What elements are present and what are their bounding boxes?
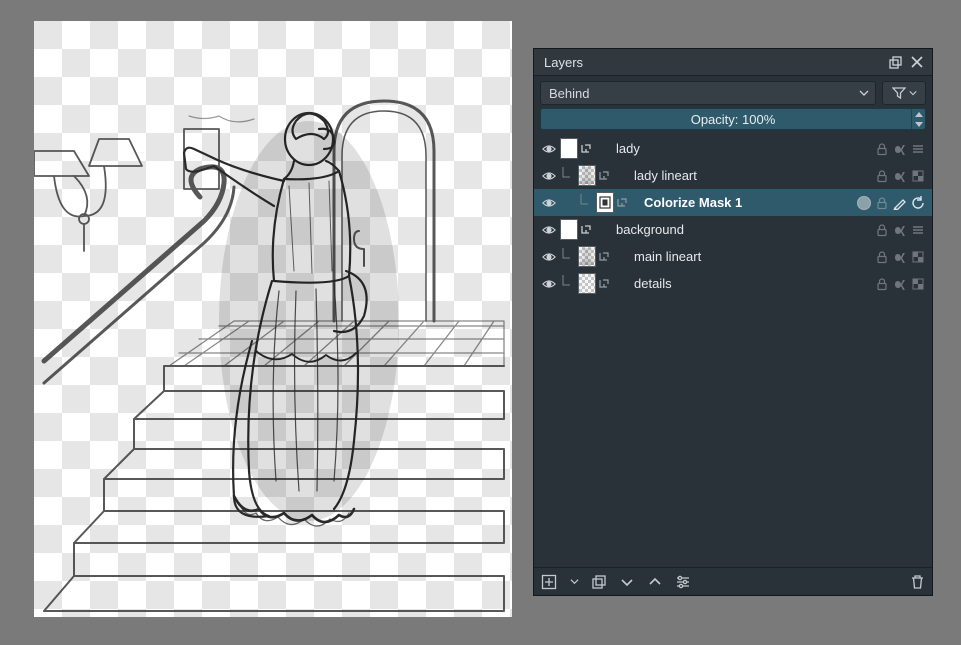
panel-footer xyxy=(534,567,932,595)
lock-icon[interactable] xyxy=(874,276,890,292)
tree-branch-icon xyxy=(560,270,578,297)
layer-right-icons xyxy=(874,249,926,265)
layer-right-icons xyxy=(856,195,926,211)
chevron-down-icon xyxy=(909,89,917,97)
layer-thumbnail[interactable] xyxy=(578,165,596,186)
layer-row[interactable]: background xyxy=(534,216,932,243)
visibility-toggle[interactable] xyxy=(538,196,560,210)
layer-name[interactable]: lady xyxy=(594,141,874,156)
blend-row: Behind xyxy=(534,76,932,108)
chevron-down-icon xyxy=(859,88,869,98)
layer-right-icons xyxy=(874,222,926,238)
passthrough-lines-icon[interactable] xyxy=(910,222,926,238)
layer-name[interactable]: main lineart xyxy=(612,249,874,264)
tree-branch-icon xyxy=(560,162,578,189)
layer-name[interactable]: details xyxy=(612,276,874,291)
layer-name[interactable]: lady lineart xyxy=(612,168,874,183)
layer-row[interactable]: lady lineart xyxy=(534,162,932,189)
collapse-toggle[interactable] xyxy=(578,216,594,243)
refresh-icon[interactable] xyxy=(910,195,926,211)
panel-titlebar[interactable]: Layers xyxy=(534,49,932,76)
tree-branch-icon xyxy=(560,243,578,270)
tree-leaf-icon xyxy=(614,189,630,216)
layer-name[interactable]: Colorize Mask 1 xyxy=(630,195,856,210)
passthrough-lines-icon[interactable] xyxy=(910,141,926,157)
layer-thumbnail[interactable] xyxy=(578,273,596,294)
tree-branch-icon xyxy=(578,189,596,216)
add-layer-menu[interactable] xyxy=(568,573,580,591)
float-panel-icon[interactable] xyxy=(886,53,904,71)
canvas[interactable] xyxy=(34,21,512,617)
blend-filter-button[interactable] xyxy=(882,81,926,105)
color-swatch[interactable] xyxy=(856,195,872,211)
filter-icon xyxy=(892,86,906,100)
visibility-toggle[interactable] xyxy=(538,142,560,156)
opacity-row: Opacity: 100% xyxy=(534,108,932,134)
layer-row[interactable]: lady xyxy=(534,135,932,162)
blend-mode-value: Behind xyxy=(549,86,859,101)
tree-leaf-icon xyxy=(596,243,612,270)
alpha-icon[interactable] xyxy=(892,249,908,265)
close-panel-icon[interactable] xyxy=(908,53,926,71)
layer-thumbnail[interactable] xyxy=(578,246,596,267)
layer-right-icons xyxy=(874,276,926,292)
move-layer-up-button[interactable] xyxy=(646,573,664,591)
layer-right-icons xyxy=(874,141,926,157)
alpha-icon[interactable] xyxy=(892,168,908,184)
layers-panel: Layers Behind Opacity: 100% lady lady lin… xyxy=(533,48,933,596)
add-layer-button[interactable] xyxy=(540,573,558,591)
layer-thumbnail[interactable] xyxy=(596,192,614,213)
visibility-toggle[interactable] xyxy=(538,277,560,291)
lock-icon[interactable] xyxy=(874,222,890,238)
layer-thumbnail[interactable] xyxy=(560,219,578,240)
alpha-icon[interactable] xyxy=(892,141,908,157)
layer-properties-button[interactable] xyxy=(674,573,692,591)
tree-leaf-icon xyxy=(596,270,612,297)
move-layer-down-button[interactable] xyxy=(618,573,636,591)
edit-stroke-icon[interactable] xyxy=(892,195,908,211)
layer-row[interactable]: details xyxy=(534,270,932,297)
lock-icon[interactable] xyxy=(874,195,890,211)
layer-list[interactable]: lady lady lineart Colorize Mask 1 backgroun… xyxy=(534,134,932,567)
visibility-toggle[interactable] xyxy=(538,250,560,264)
duplicate-layer-button[interactable] xyxy=(590,573,608,591)
visibility-toggle[interactable] xyxy=(538,223,560,237)
tree-leaf-icon xyxy=(596,162,612,189)
lock-icon[interactable] xyxy=(874,141,890,157)
collapse-toggle[interactable] xyxy=(578,135,594,162)
layer-name[interactable]: background xyxy=(594,222,874,237)
visibility-toggle[interactable] xyxy=(538,169,560,183)
layer-row[interactable]: Colorize Mask 1 xyxy=(534,189,932,216)
lock-icon[interactable] xyxy=(874,168,890,184)
layer-thumbnail[interactable] xyxy=(560,138,578,159)
delete-layer-button[interactable] xyxy=(908,573,926,591)
layer-row[interactable]: main lineart xyxy=(534,243,932,270)
panel-title: Layers xyxy=(544,55,882,70)
opacity-label: Opacity: 100% xyxy=(691,112,776,127)
lock-icon[interactable] xyxy=(874,249,890,265)
inherit-alpha-icon[interactable] xyxy=(910,168,926,184)
inherit-alpha-icon[interactable] xyxy=(910,249,926,265)
alpha-icon[interactable] xyxy=(892,222,908,238)
blend-mode-combo[interactable]: Behind xyxy=(540,81,876,105)
alpha-icon[interactable] xyxy=(892,276,908,292)
opacity-spinners[interactable] xyxy=(911,109,925,129)
artwork-lineart xyxy=(34,21,512,617)
layer-right-icons xyxy=(874,168,926,184)
inherit-alpha-icon[interactable] xyxy=(910,276,926,292)
opacity-slider[interactable]: Opacity: 100% xyxy=(540,108,926,130)
